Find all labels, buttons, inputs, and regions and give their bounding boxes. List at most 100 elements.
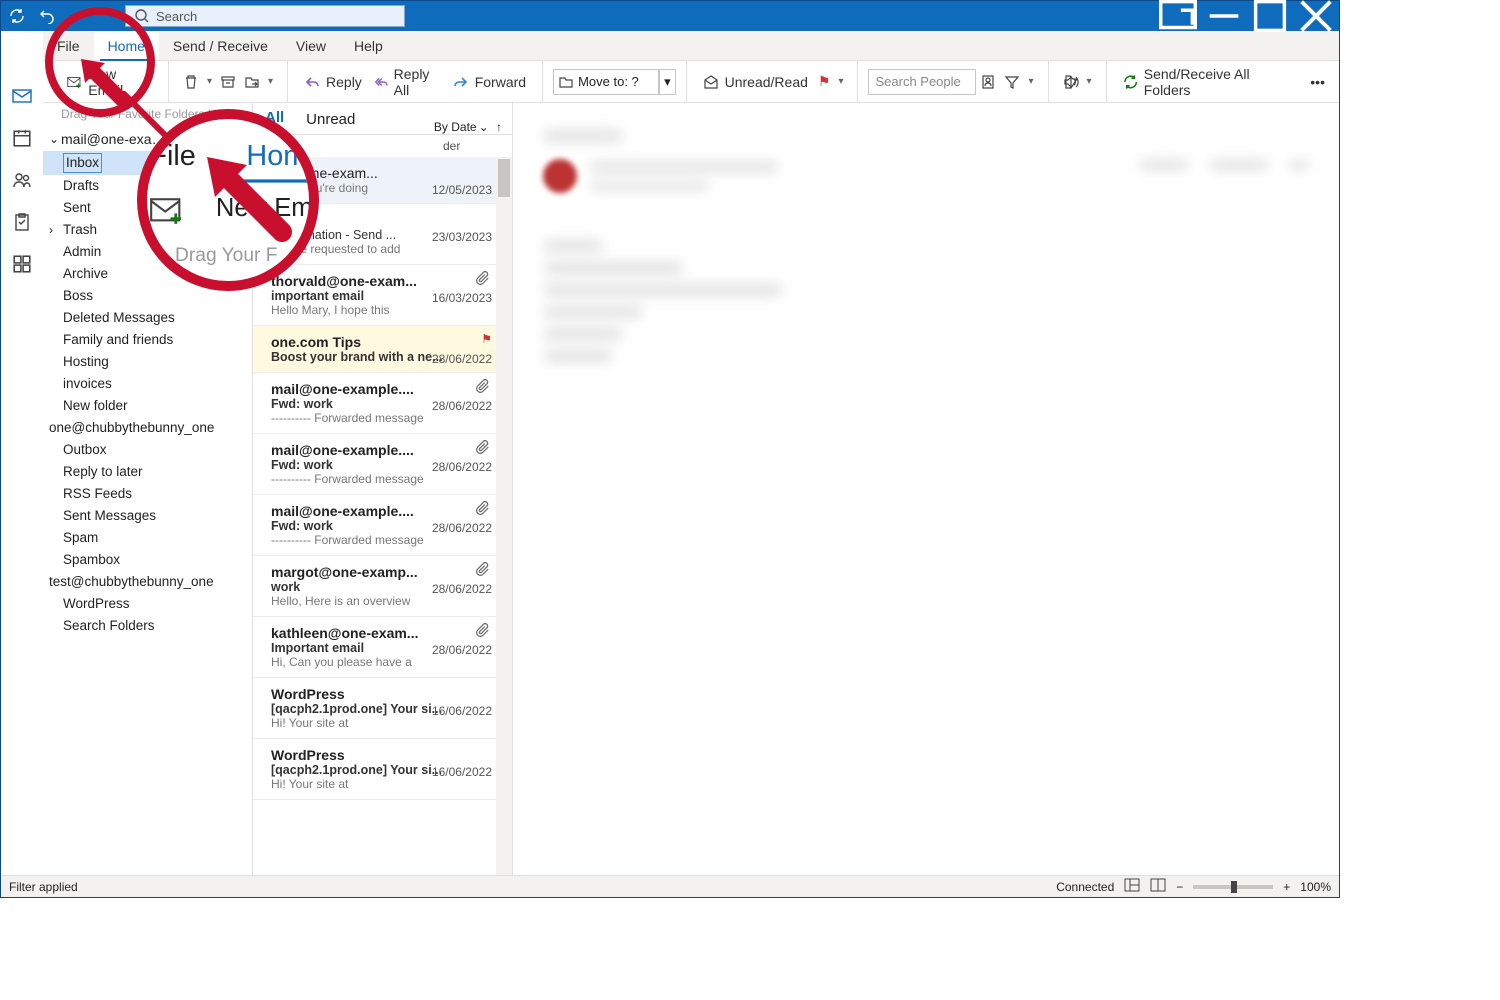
rail-tasks-icon[interactable] [1, 201, 43, 243]
message-item[interactable]: mail@one-example....Fwd: work---------- … [253, 373, 512, 434]
message-item[interactable]: kathleen@one-exam...Important emailHi, C… [253, 617, 512, 678]
zoom-level-label: 100% [1300, 880, 1331, 894]
folder-item[interactable]: Spam [43, 527, 252, 549]
more-commands-button[interactable]: ••• [1306, 68, 1329, 96]
search-people-input[interactable]: Search People [868, 69, 976, 95]
archive-button[interactable] [216, 68, 240, 96]
message-item[interactable]: WordPress[qacph2.1prod.one] Your si...Hi… [253, 678, 512, 739]
message-date: 16/06/2022 [432, 704, 492, 718]
message-item[interactable]: thorvald@one-exam...important emailHello… [253, 265, 512, 326]
blurred-sender [589, 161, 779, 173]
sort-dropdown[interactable]: By Date ⌄ ↑ [434, 120, 502, 134]
reply-all-button[interactable]: Reply All [368, 68, 447, 96]
delete-button[interactable]: ▾ [179, 68, 216, 96]
rail-more-icon[interactable] [1, 243, 43, 285]
scrollbar-thumb[interactable] [498, 159, 510, 197]
status-filter-label: Filter applied [9, 880, 78, 894]
message-list-scrollbar[interactable] [496, 157, 512, 875]
message-date: 16/03/2023 [432, 291, 492, 305]
navigation-rail [1, 31, 43, 875]
message-date: 23/03/2023 [432, 230, 492, 244]
move-button[interactable]: ▾ [240, 68, 277, 96]
tab-send-receive[interactable]: Send / Receive [159, 32, 282, 60]
filter-button[interactable]: ▾ [1000, 68, 1037, 96]
search-box[interactable]: Search [125, 5, 405, 27]
rail-people-icon[interactable] [1, 159, 43, 201]
forward-button[interactable]: Forward [447, 68, 532, 96]
message-item[interactable]: mail@one-example....Fwd: work---------- … [253, 434, 512, 495]
message-item[interactable]: mail@one-example....Fwd: work---------- … [253, 495, 512, 556]
tab-view[interactable]: View [282, 32, 340, 60]
message-from: mail@one-example.... [271, 381, 492, 397]
flag-dropdown[interactable]: ⚑▾ [814, 68, 848, 96]
attachment-icon [476, 271, 490, 288]
folder-item[interactable]: invoices [43, 373, 252, 395]
view-normal-icon[interactable] [1124, 878, 1140, 895]
reply-all-icon [374, 74, 388, 90]
unread-read-button[interactable]: Unread/Read [697, 68, 814, 96]
rail-mail-icon[interactable] [1, 75, 43, 117]
sort-direction-icon[interactable]: ↑ [496, 120, 502, 134]
envelope-open-icon [703, 74, 719, 90]
forward-icon [453, 74, 469, 90]
folder-item[interactable]: Hosting [43, 351, 252, 373]
attachment-icon [476, 379, 490, 396]
zoom-slider[interactable] [1193, 885, 1273, 889]
message-from: one.com Tips [271, 334, 492, 350]
zoom-slider-thumb[interactable] [1231, 881, 1237, 893]
maximize-button[interactable] [1247, 1, 1293, 31]
read-aloud-button[interactable]: ▾ [1059, 68, 1096, 96]
view-reading-icon[interactable] [1150, 878, 1166, 895]
folder-item[interactable]: Sent Messages [43, 505, 252, 527]
message-item[interactable]: WordPress[qacph2.1prod.one] Your si...Hi… [253, 739, 512, 800]
attachment-icon [476, 623, 490, 640]
sync-icon[interactable] [9, 8, 25, 24]
folder-item[interactable]: Spambox [43, 549, 252, 571]
folder-item[interactable]: WordPress [43, 593, 252, 615]
rail-calendar-icon[interactable] [1, 117, 43, 159]
folder-item[interactable]: Deleted Messages [43, 307, 252, 329]
address-book-button[interactable] [976, 68, 1000, 96]
folder-item[interactable]: Family and friends [43, 329, 252, 351]
folder-icon [558, 74, 574, 90]
folder-item[interactable]: Outbox [43, 439, 252, 461]
reading-pane [513, 103, 1339, 875]
reply-button[interactable]: Reply [298, 68, 368, 96]
ribbon-display-icon[interactable] [1155, 1, 1201, 31]
message-from: mail@one-example.... [271, 442, 492, 458]
search-placeholder: Search [156, 9, 197, 24]
attachment-icon [476, 440, 490, 457]
message-date: 28/06/2022 [432, 399, 492, 413]
annotation-arrow-small [75, 53, 135, 113]
zoom-mail-icon [149, 195, 184, 224]
archive-icon [220, 74, 236, 90]
sync-green-icon [1123, 74, 1138, 90]
account-header[interactable]: ›test@chubbythebunny_one [43, 571, 252, 593]
filter-unread-tab[interactable]: Unread [304, 105, 357, 134]
account-header[interactable]: ›one@chubbythebunny_one [43, 417, 252, 439]
move-to-chevron-icon[interactable]: ▾ [659, 69, 676, 95]
zoom-out-button[interactable]: − [1176, 880, 1183, 894]
undo-icon[interactable] [39, 8, 55, 24]
tab-help[interactable]: Help [340, 32, 397, 60]
message-from: kathleen@one-exam... [271, 625, 492, 641]
message-item[interactable]: one.com TipsBoost your brand with a ne..… [253, 326, 512, 373]
move-to-dropdown[interactable]: Move to: ? [553, 69, 659, 95]
folder-move-icon [244, 74, 260, 90]
minimize-button[interactable] [1201, 1, 1247, 31]
message-item[interactable]: margot@one-examp...workHello, Here is an… [253, 556, 512, 617]
message-filter-tabs: All Unread By Date ⌄ ↑ [253, 103, 512, 135]
folder-item[interactable]: Search Folders [43, 615, 252, 637]
message-preview: Hello Mary, I hope this [271, 303, 492, 317]
folder-item[interactable]: New folder [43, 395, 252, 417]
zoom-in-button[interactable]: + [1283, 880, 1290, 894]
folder-item[interactable]: Reply to later [43, 461, 252, 483]
folder-item[interactable]: RSS Feeds [43, 483, 252, 505]
send-receive-all-button[interactable]: Send/Receive All Folders [1117, 68, 1299, 96]
close-button[interactable] [1293, 1, 1339, 31]
message-preview: ---------- Forwarded message [271, 472, 492, 486]
status-connected-label: Connected [1056, 880, 1114, 894]
sender-avatar [543, 159, 577, 193]
attachment-icon [476, 501, 490, 518]
message-from: thorvald@one-exam... [271, 273, 492, 289]
